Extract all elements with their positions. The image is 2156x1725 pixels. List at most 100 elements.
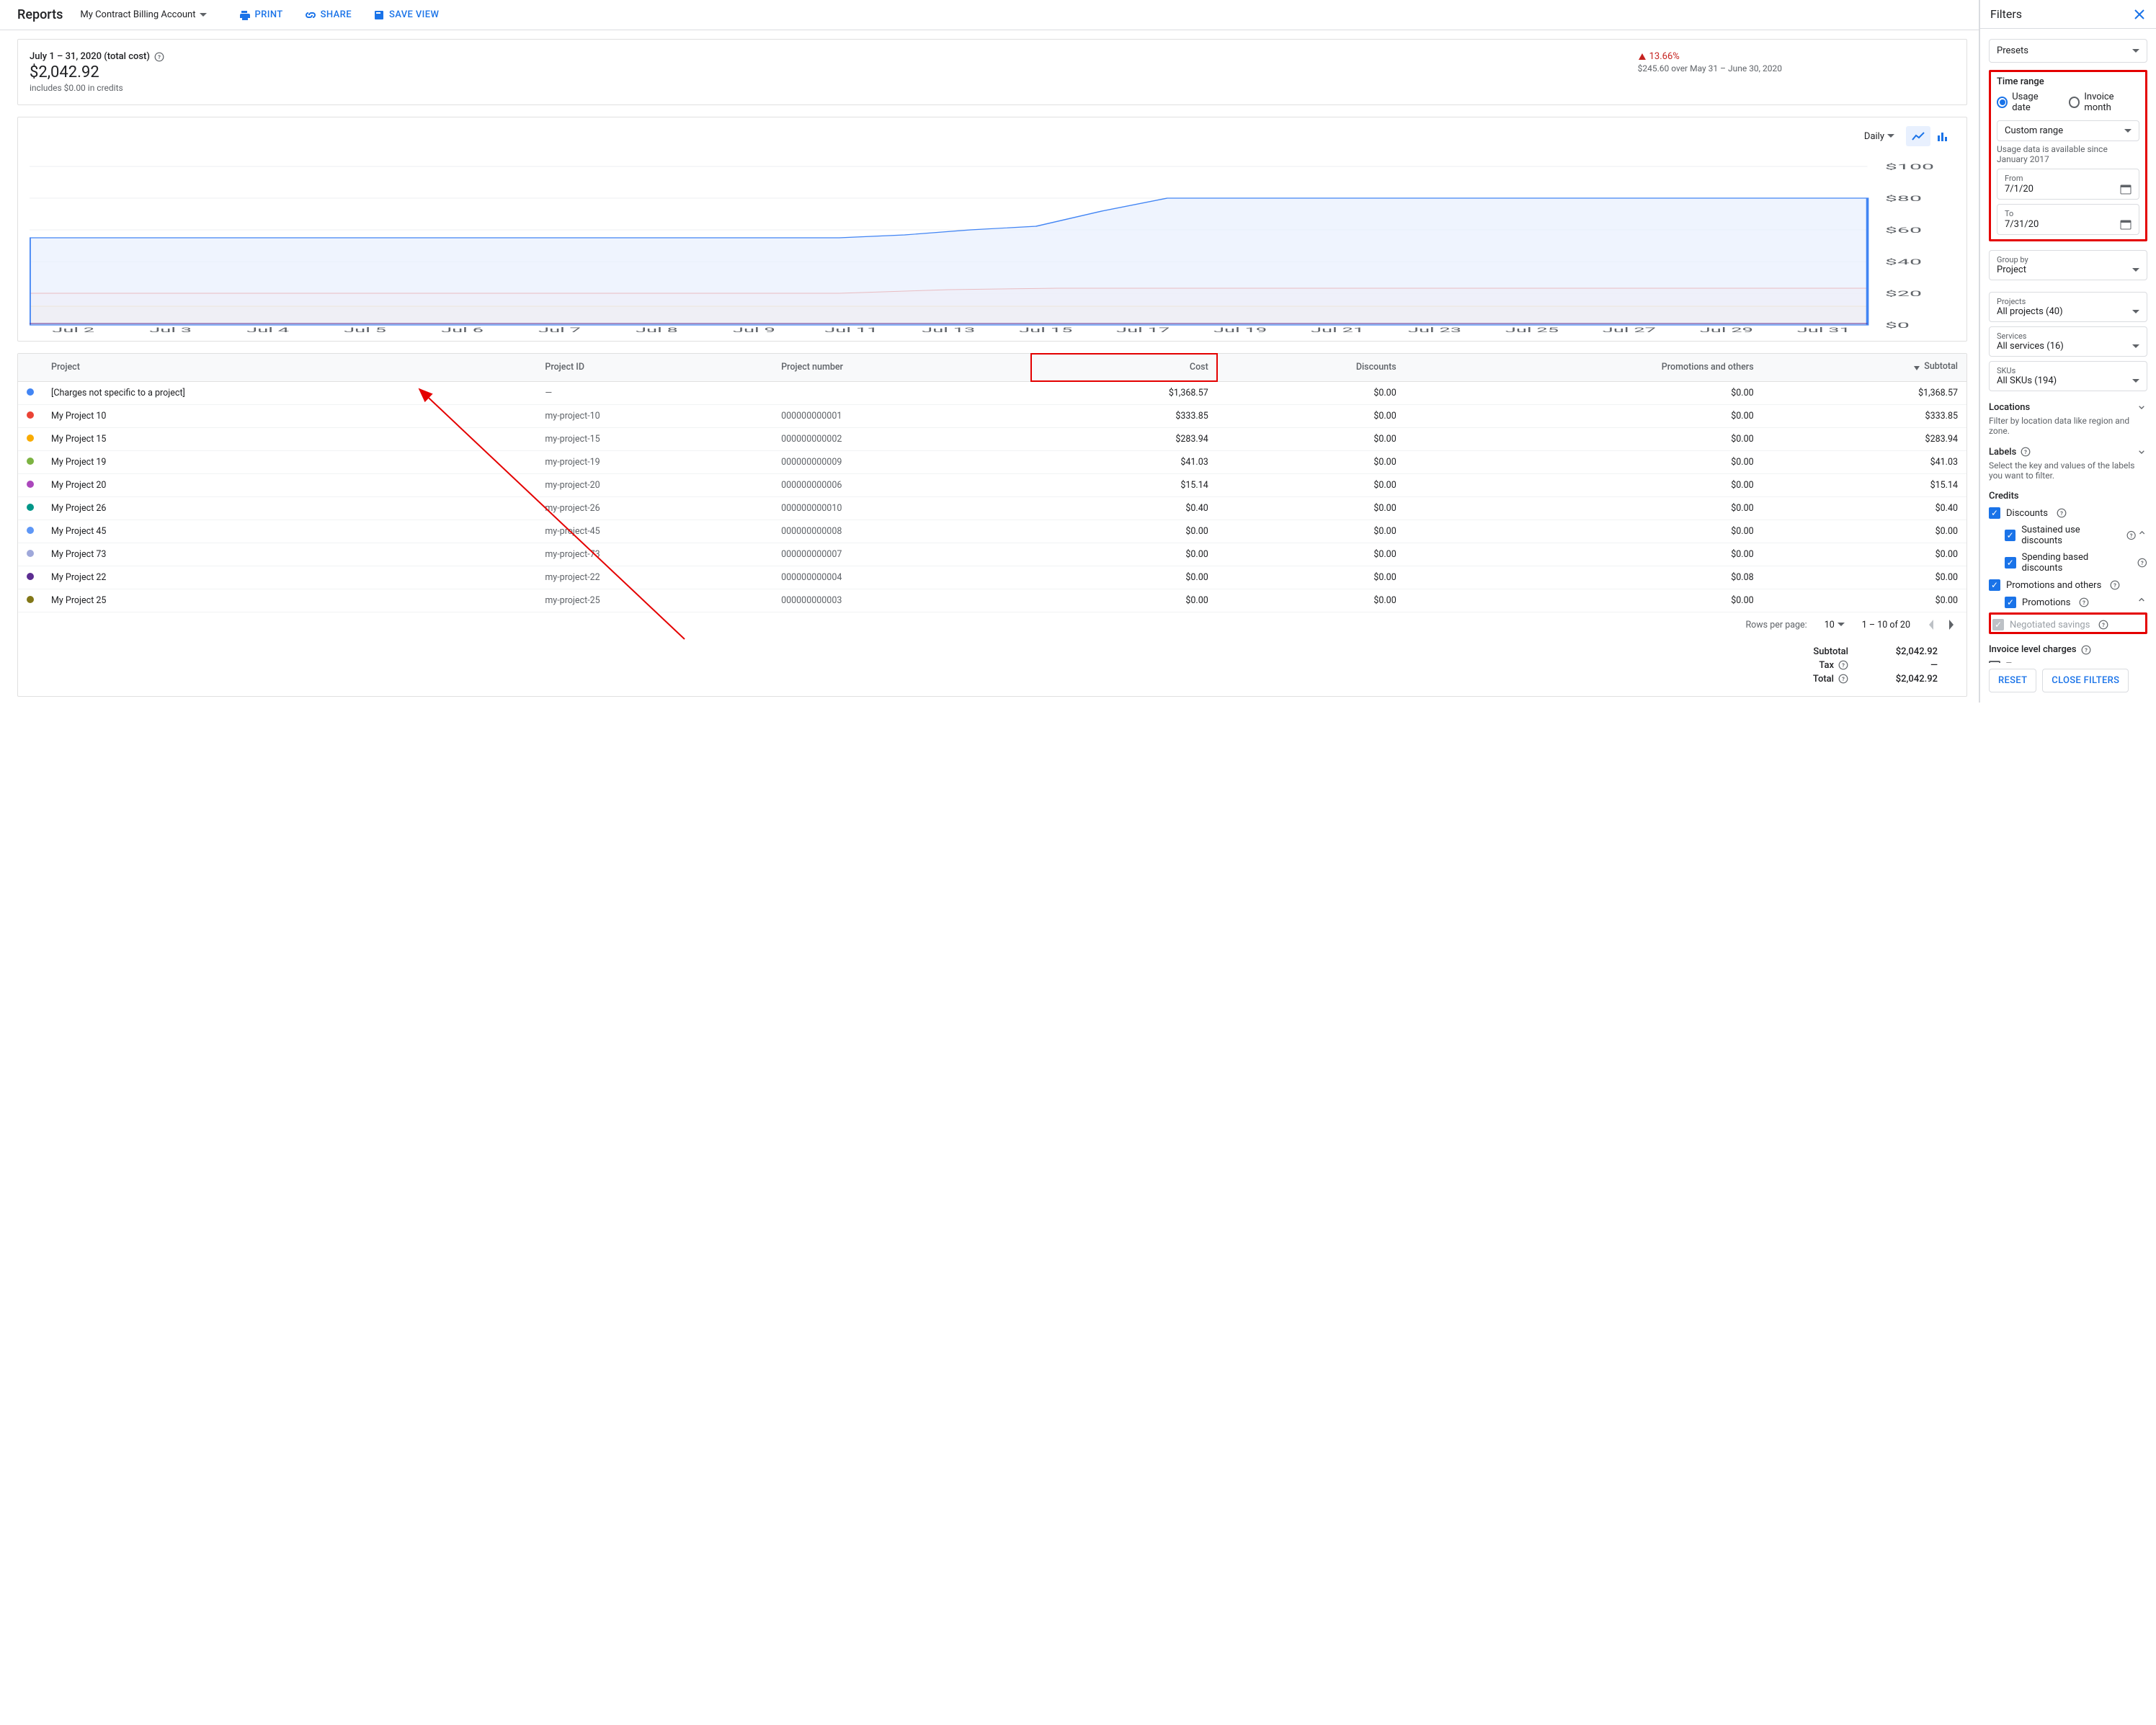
chevron-down-icon[interactable] bbox=[2136, 401, 2147, 413]
cell-project-number bbox=[772, 381, 1031, 404]
cell-cost: $15.14 bbox=[1031, 473, 1217, 496]
to-date-input[interactable]: To 7/31/20 bbox=[1997, 204, 2139, 235]
range-type-dropdown[interactable]: Custom range bbox=[1997, 120, 2139, 141]
close-icon[interactable] bbox=[2133, 8, 2146, 21]
table-row[interactable]: My Project 15 my-project-15 000000000002… bbox=[18, 427, 1966, 450]
help-icon[interactable]: ? bbox=[2110, 580, 2120, 590]
table-row[interactable]: My Project 22 my-project-22 000000000004… bbox=[18, 566, 1966, 589]
table-row[interactable]: My Project 45 my-project-45 000000000008… bbox=[18, 520, 1966, 543]
svg-text:$100: $100 bbox=[1885, 163, 1934, 171]
table-row[interactable]: My Project 20 my-project-20 000000000006… bbox=[18, 473, 1966, 496]
bar-chart-icon bbox=[1937, 131, 1948, 141]
group-by-dropdown[interactable]: Group by Project bbox=[1989, 250, 2147, 280]
col-project-id[interactable]: Project ID bbox=[536, 354, 772, 381]
series-dot bbox=[27, 411, 34, 419]
prev-page-button[interactable] bbox=[1928, 620, 1935, 630]
col-promotions[interactable]: Promotions and others bbox=[1405, 354, 1763, 381]
help-icon[interactable]: ? bbox=[2057, 508, 2067, 518]
chevron-up-icon[interactable] bbox=[2137, 527, 2147, 538]
cell-promotions: $0.00 bbox=[1405, 450, 1763, 473]
close-filters-button[interactable]: CLOSE FILTERS bbox=[2042, 669, 2129, 692]
cell-project-number: 000000000002 bbox=[772, 427, 1031, 450]
chevron-down-icon bbox=[200, 13, 207, 17]
arrow-up-icon bbox=[1638, 53, 1647, 61]
account-dropdown[interactable]: My Contract Billing Account bbox=[80, 9, 207, 20]
line-chart-toggle[interactable] bbox=[1906, 126, 1930, 146]
col-project-number[interactable]: Project number bbox=[772, 354, 1031, 381]
table-row[interactable]: [Charges not specific to a project] — $1… bbox=[18, 381, 1966, 404]
from-date-input[interactable]: From 7/1/20 bbox=[1997, 169, 2139, 200]
rows-per-page-select[interactable]: 10 bbox=[1825, 620, 1845, 630]
cell-project-number: 000000000007 bbox=[772, 543, 1031, 566]
svg-text:?: ? bbox=[2141, 560, 2144, 566]
help-icon[interactable]: ? bbox=[2081, 645, 2091, 655]
totals-total-label: Total bbox=[1813, 674, 1834, 685]
col-cost[interactable]: Cost bbox=[1031, 354, 1217, 381]
svg-text:Jul 8: Jul 8 bbox=[636, 326, 678, 332]
cell-subtotal: $0.00 bbox=[1763, 520, 1966, 543]
help-icon[interactable]: ? bbox=[2098, 620, 2108, 630]
services-dropdown[interactable]: Services All services (16) bbox=[1989, 326, 2147, 357]
col-subtotal[interactable]: Subtotal bbox=[1763, 354, 1966, 381]
print-button[interactable]: PRINT bbox=[239, 9, 282, 21]
bar-chart-toggle[interactable] bbox=[1930, 126, 1955, 146]
projects-dropdown[interactable]: Projects All projects (40) bbox=[1989, 292, 2147, 322]
cell-project-number: 000000000004 bbox=[772, 566, 1031, 589]
totals-total: $2,042.92 bbox=[1880, 674, 1938, 685]
cell-project-id: my-project-22 bbox=[536, 566, 772, 589]
cell-project-number: 000000000006 bbox=[772, 473, 1031, 496]
presets-dropdown[interactable]: Presets bbox=[1989, 39, 2147, 63]
svg-text:Jul 3: Jul 3 bbox=[149, 326, 192, 332]
chevron-up-icon[interactable] bbox=[2136, 594, 2147, 605]
rows-per-page-label: Rows per page: bbox=[1745, 620, 1807, 630]
save-view-button[interactable]: SAVE VIEW bbox=[373, 9, 439, 21]
svg-text:Jul 2: Jul 2 bbox=[52, 326, 94, 332]
time-range-highlight: Time range Usage date Invoice month Cust… bbox=[1989, 70, 2147, 241]
cell-subtotal: $0.00 bbox=[1763, 566, 1966, 589]
share-button[interactable]: SHARE bbox=[305, 9, 352, 21]
cell-project: My Project 26 bbox=[43, 496, 536, 520]
cell-project: My Project 22 bbox=[43, 566, 536, 589]
table-row[interactable]: My Project 26 my-project-26 000000000010… bbox=[18, 496, 1966, 520]
skus-dropdown[interactable]: SKUs All SKUs (194) bbox=[1989, 361, 2147, 391]
help-icon[interactable]: ? bbox=[2079, 597, 2089, 607]
spending-checkbox[interactable]: ✓Spending based discounts ? bbox=[2005, 552, 2147, 574]
svg-text:Jul 21: Jul 21 bbox=[1311, 326, 1364, 332]
col-discounts[interactable]: Discounts bbox=[1217, 354, 1405, 381]
cell-cost: $1,368.57 bbox=[1031, 381, 1217, 404]
chevron-down-icon[interactable] bbox=[2136, 446, 2147, 458]
cell-discounts: $0.00 bbox=[1217, 404, 1405, 427]
interval-dropdown[interactable]: Daily bbox=[1858, 128, 1900, 145]
cell-discounts: $0.00 bbox=[1217, 496, 1405, 520]
svg-text:?: ? bbox=[2130, 532, 2133, 539]
invoice-month-radio[interactable]: Invoice month bbox=[2069, 92, 2139, 113]
promotions-checkbox[interactable]: ✓Promotions ? bbox=[2005, 597, 2089, 608]
table-row[interactable]: My Project 19 my-project-19 000000000009… bbox=[18, 450, 1966, 473]
cell-project: [Charges not specific to a project] bbox=[43, 381, 536, 404]
help-icon[interactable]: ? bbox=[2137, 558, 2147, 568]
usage-date-radio[interactable]: Usage date bbox=[1997, 92, 2056, 113]
invoice-charges-label: Invoice level charges bbox=[1989, 644, 2077, 655]
col-project[interactable]: Project bbox=[43, 354, 536, 381]
locations-label[interactable]: Locations bbox=[1989, 402, 2030, 413]
help-icon[interactable]: ? bbox=[154, 52, 164, 62]
series-dot bbox=[27, 434, 34, 442]
table-row[interactable]: My Project 10 my-project-10 000000000001… bbox=[18, 404, 1966, 427]
sustained-checkbox[interactable]: ✓Sustained use discounts ? bbox=[2005, 525, 2137, 546]
promotions-others-checkbox[interactable]: ✓Promotions and others ? bbox=[1989, 579, 2147, 591]
reset-button[interactable]: RESET bbox=[1989, 669, 2036, 692]
help-icon[interactable]: ? bbox=[2126, 530, 2136, 540]
cell-project-number: 000000000008 bbox=[772, 520, 1031, 543]
labels-label[interactable]: Labels bbox=[1989, 447, 2016, 458]
table-row[interactable]: My Project 25 my-project-25 000000000003… bbox=[18, 589, 1966, 612]
next-page-button[interactable] bbox=[1948, 620, 1955, 630]
discounts-checkbox[interactable]: ✓Discounts ? bbox=[1989, 507, 2147, 519]
help-icon[interactable]: ? bbox=[1838, 674, 1848, 684]
help-icon[interactable]: ? bbox=[2021, 447, 2031, 457]
table-row[interactable]: My Project 73 my-project-73 000000000007… bbox=[18, 543, 1966, 566]
chevron-down-icon bbox=[1838, 623, 1845, 627]
series-dot bbox=[27, 458, 34, 465]
chart-svg: $100 $80 $60 $40 $20 $0 bbox=[30, 152, 1955, 332]
svg-text:?: ? bbox=[158, 53, 161, 60]
help-icon[interactable]: ? bbox=[1838, 660, 1848, 670]
